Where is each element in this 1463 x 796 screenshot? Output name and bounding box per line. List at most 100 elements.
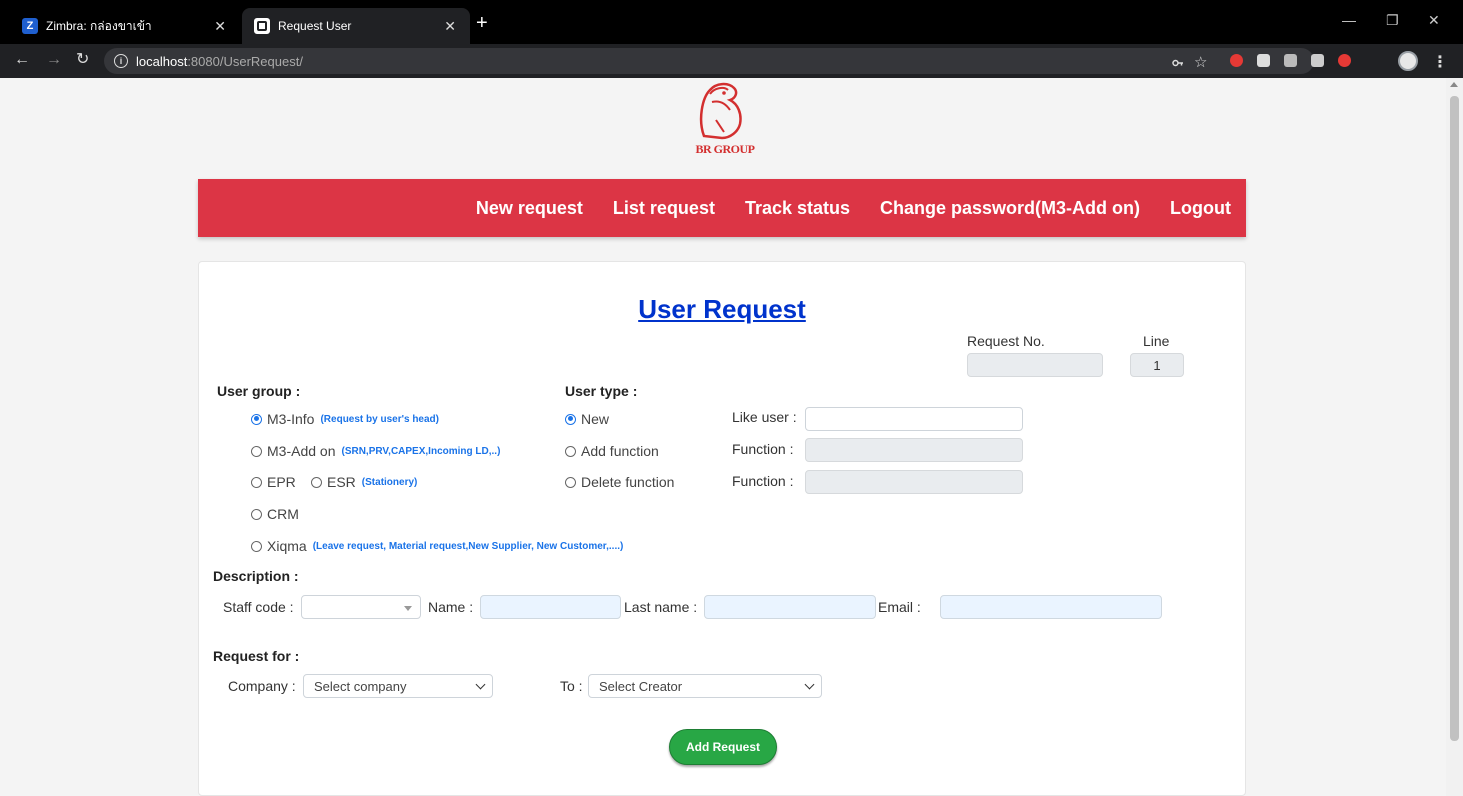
info-icon[interactable]: i [114,54,128,68]
user-group-label: User group : [217,383,301,399]
radio-xiqma[interactable]: Xiqma (Leave request, Material request,N… [251,538,623,554]
add-function-label: Function : [732,441,794,457]
radio-add-function[interactable]: Add function [565,443,659,459]
radio-m3-info[interactable]: M3-Info (Request by user's head) [251,411,439,427]
back-icon[interactable]: ← [14,52,30,68]
new-tab-icon[interactable]: + [476,13,488,33]
creator-select[interactable]: Select Creator [588,674,822,698]
radio-m3-add-on[interactable]: M3-Add on (SRN,PRV,CAPEX,Incoming LD,..) [251,443,500,459]
radio-button[interactable] [251,413,262,425]
extension-printer-icon[interactable] [1284,54,1297,67]
request-no-field [967,353,1103,377]
zimbra-icon: Z [22,18,38,34]
option-hint: (SRN,PRV,CAPEX,Incoming LD,..) [341,445,501,457]
radio-button[interactable] [251,476,262,488]
penguin-logo-icon [699,82,742,140]
creator-value: Select Creator [599,678,683,694]
last-name-input[interactable] [704,595,876,619]
profile-avatar[interactable] [1398,51,1418,71]
radio-button[interactable] [311,476,322,488]
company-label: Company : [228,678,296,694]
request-for-label: Request for : [213,648,300,664]
company-select[interactable]: Select company [303,674,493,698]
url-path: :8080/UserRequest/ [187,53,303,69]
nav-new-request[interactable]: New request [476,198,583,219]
line-field: 1 [1130,353,1184,377]
page-viewport: BR GROUP New request List request Track … [0,78,1463,796]
radio-button[interactable] [251,540,262,552]
option-label: M3-Add on [267,443,336,459]
radio-button[interactable] [565,476,576,488]
radio-button[interactable] [565,445,576,457]
user-type-label: User type : [565,383,638,399]
minimize-icon[interactable]: — [1342,12,1356,28]
scroll-up-icon[interactable] [1450,82,1458,87]
delete-function-input [805,470,1023,494]
name-label: Name : [428,599,474,615]
option-hint: (Stationery) [361,476,418,488]
chevron-down-icon [804,679,815,690]
brand-name: BR GROUP [695,142,756,156]
extension-red-icon[interactable] [1230,54,1243,67]
main-nav: New request List request Track status Ch… [198,179,1246,237]
staff-code-label: Staff code : [223,599,294,615]
scroll-thumb[interactable] [1450,96,1459,741]
nav-track-status[interactable]: Track status [745,198,850,219]
browser-toolbar: ← → ↻ i localhost:8080/UserRequest/ ☆ ⋮ [0,44,1463,78]
reload-icon[interactable]: ↻ [76,52,89,68]
delete-function-label: Function : [732,473,794,489]
nav-list-request[interactable]: List request [613,198,715,219]
menu-icon[interactable]: ⋮ [1432,52,1448,72]
add-request-button[interactable]: Add Request [669,729,777,765]
tab-title: Request User [278,19,352,33]
extension-hand-icon[interactable] [1338,54,1351,67]
option-label: EPR [267,474,296,490]
chevron-down-icon [475,679,486,690]
option-label: Delete function [581,474,675,490]
nav-logout[interactable]: Logout [1170,198,1231,219]
page-title[interactable]: User Request [199,294,1245,325]
window-close-icon[interactable]: ✕ [1428,12,1440,29]
like-user-input[interactable] [805,407,1023,431]
extension-chat-icon[interactable] [1311,54,1324,67]
option-hint: (Request by user's head) [320,413,439,425]
restore-icon[interactable]: ❐ [1386,12,1399,29]
option-label: Add function [581,443,659,459]
close-icon[interactable]: ✕ [214,18,226,35]
close-icon[interactable]: ✕ [444,18,456,35]
radio-delete-function[interactable]: Delete function [565,474,674,490]
email-label: Email : [878,599,921,615]
option-label: M3-Info [267,411,315,427]
radio-crm[interactable]: CRM [251,506,299,522]
key-icon[interactable] [1172,56,1184,68]
page-favicon-icon [254,18,270,34]
line-label: Line [1143,333,1170,349]
extension-cube-icon[interactable] [1257,54,1270,67]
forward-icon[interactable]: → [46,52,62,68]
like-user-label: Like user : [732,409,797,425]
radio-new[interactable]: New [565,411,609,427]
radio-button[interactable] [565,413,576,425]
radio-epr[interactable]: EPR [251,474,296,490]
star-icon[interactable]: ☆ [1194,53,1207,71]
radio-button[interactable] [251,508,262,520]
email-input[interactable] [940,595,1162,619]
radio-esr[interactable]: ESR (Stationery) [311,474,417,490]
page-scrollbar[interactable] [1446,78,1463,796]
browser-tab-bar: Z Zimbra: กล่องขาเข้า ✕ Request User ✕ +… [0,0,1463,44]
address-bar[interactable]: i localhost:8080/UserRequest/ [104,48,1314,74]
staff-code-select[interactable] [301,595,421,619]
nav-change-password[interactable]: Change password(M3-Add on) [880,198,1140,219]
brand-logo: BR GROUP [670,80,780,160]
request-form-card: User Request Request No. Line 1 User gro… [198,261,1246,796]
name-input[interactable] [480,595,621,619]
browser-tab-zimbra[interactable]: Z Zimbra: กล่องขาเข้า ✕ [10,8,240,44]
to-label: To : [560,678,583,694]
browser-tab-request-user[interactable]: Request User ✕ [242,8,470,44]
radio-button[interactable] [251,445,262,457]
add-function-input [805,438,1023,462]
dropdown-arrow-icon [404,606,412,611]
option-label: Xiqma [267,538,307,554]
tab-title: Zimbra: กล่องขาเข้า [46,18,152,33]
option-label: New [581,411,610,427]
